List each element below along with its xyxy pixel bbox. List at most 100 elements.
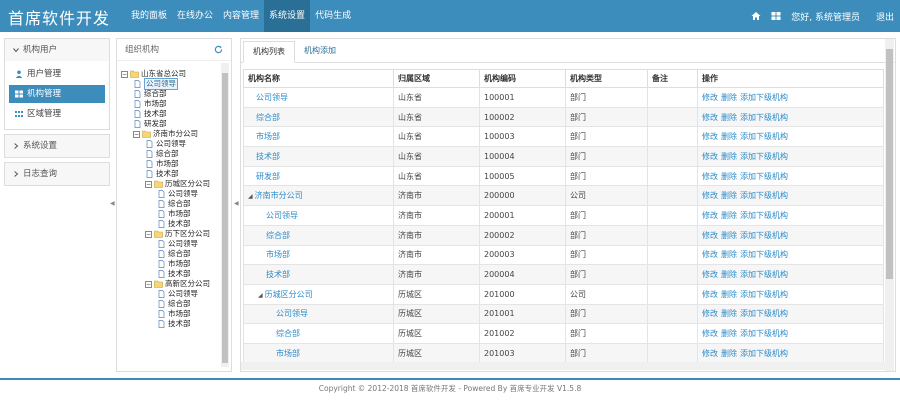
- edit-link[interactable]: 修改: [702, 113, 718, 122]
- menu-item[interactable]: 用户管理: [9, 65, 105, 83]
- delete-link[interactable]: 删除: [721, 231, 737, 240]
- delete-link[interactable]: 删除: [721, 113, 737, 122]
- edit-link[interactable]: 修改: [702, 211, 718, 220]
- org-name-cell[interactable]: 综合部: [243, 323, 394, 344]
- scrollbar-thumb[interactable]: [222, 73, 228, 363]
- tree-node[interactable]: 综合部: [121, 249, 219, 259]
- menu-group-header[interactable]: 机构用户: [5, 39, 109, 61]
- tree-node[interactable]: 市场部: [121, 159, 219, 169]
- org-name-cell[interactable]: 市场部: [243, 342, 394, 364]
- add-child-link[interactable]: 添加下级机构: [740, 329, 788, 338]
- add-child-link[interactable]: 添加下级机构: [740, 132, 788, 141]
- tree-node[interactable]: 综合部: [121, 199, 219, 209]
- tree-node[interactable]: 公司领导: [121, 189, 219, 199]
- org-name[interactable]: 公司领导: [266, 211, 298, 220]
- tree-scrollbar[interactable]: [221, 63, 229, 367]
- home-icon[interactable]: [751, 11, 761, 21]
- org-name[interactable]: 综合部: [256, 113, 280, 122]
- add-child-link[interactable]: 添加下级机构: [740, 191, 788, 200]
- add-child-link[interactable]: 添加下级机构: [740, 270, 788, 279]
- org-name[interactable]: 市场部: [266, 250, 290, 259]
- delete-link[interactable]: 删除: [721, 329, 737, 338]
- delete-link[interactable]: 删除: [721, 309, 737, 318]
- main-scrollbar[interactable]: [885, 39, 894, 371]
- org-name-cell[interactable]: 综合部: [243, 106, 394, 128]
- org-name[interactable]: 市场部: [256, 132, 280, 141]
- topnav-item[interactable]: 内容管理: [218, 0, 264, 32]
- delete-link[interactable]: 删除: [721, 172, 737, 181]
- tree-node[interactable]: − 历下区分公司: [121, 229, 219, 239]
- refresh-icon[interactable]: [214, 45, 223, 54]
- edit-link[interactable]: 修改: [702, 93, 718, 102]
- org-name[interactable]: 综合部: [266, 231, 290, 240]
- org-name-cell[interactable]: 市场部: [243, 244, 394, 266]
- menu-item[interactable]: 区域管理: [9, 105, 105, 123]
- delete-link[interactable]: 删除: [721, 132, 737, 141]
- org-name[interactable]: 公司领导: [276, 309, 308, 318]
- menu-group-header[interactable]: 日志查询: [5, 163, 109, 185]
- org-name-cell[interactable]: 研发部: [243, 165, 394, 187]
- horizontal-scrollbar[interactable]: [241, 362, 885, 370]
- collapse-toggle[interactable]: −: [145, 280, 152, 288]
- tab-org-list[interactable]: 机构列表: [243, 41, 295, 63]
- topnav-item[interactable]: 代码生成: [310, 0, 356, 32]
- scrollbar-thumb[interactable]: [886, 49, 893, 279]
- tree-node[interactable]: 公司领导: [121, 78, 219, 90]
- edit-link[interactable]: 修改: [702, 349, 718, 358]
- logout-link[interactable]: 退出: [876, 10, 894, 23]
- delete-link[interactable]: 删除: [721, 211, 737, 220]
- org-name[interactable]: 公司领导: [256, 93, 288, 102]
- menu-group-header[interactable]: 系统设置: [5, 135, 109, 157]
- org-name-cell[interactable]: 公司领导: [243, 87, 394, 108]
- delete-link[interactable]: 删除: [721, 152, 737, 161]
- tree-node[interactable]: − 高新区分公司: [121, 279, 219, 289]
- grid-icon[interactable]: [771, 11, 781, 21]
- edit-link[interactable]: 修改: [702, 152, 718, 161]
- topnav-item[interactable]: 系统设置: [264, 0, 311, 32]
- edit-link[interactable]: 修改: [702, 290, 718, 299]
- tree-node[interactable]: 公司领导: [121, 239, 219, 249]
- add-child-link[interactable]: 添加下级机构: [740, 113, 788, 122]
- edit-link[interactable]: 修改: [702, 172, 718, 181]
- org-name-cell[interactable]: 公司领导: [243, 303, 394, 325]
- tree-node[interactable]: 公司领导: [121, 139, 219, 149]
- collapse-toggle[interactable]: −: [145, 180, 152, 188]
- tree-node[interactable]: 技术部: [121, 109, 219, 119]
- add-child-link[interactable]: 添加下级机构: [740, 231, 788, 240]
- tree-node[interactable]: 研发部: [121, 119, 219, 129]
- tree-node[interactable]: 市场部: [121, 209, 219, 219]
- delete-link[interactable]: 删除: [721, 349, 737, 358]
- add-child-link[interactable]: 添加下级机构: [740, 93, 788, 102]
- add-child-link[interactable]: 添加下级机构: [740, 211, 788, 220]
- org-name-cell[interactable]: 技术部: [243, 264, 394, 285]
- org-name-cell[interactable]: 市场部: [243, 126, 394, 148]
- tab-org-add[interactable]: 机构添加: [295, 41, 345, 63]
- delete-link[interactable]: 删除: [721, 290, 737, 299]
- caret-down-icon[interactable]: ◢: [258, 292, 263, 299]
- org-name[interactable]: 市场部: [276, 349, 300, 358]
- edit-link[interactable]: 修改: [702, 329, 718, 338]
- add-child-link[interactable]: 添加下级机构: [740, 349, 788, 358]
- topnav-item[interactable]: 我的面板: [126, 0, 172, 32]
- user-greeting[interactable]: 您好, 系统管理员: [791, 10, 860, 23]
- edit-link[interactable]: 修改: [702, 191, 718, 200]
- tree-node[interactable]: 市场部: [121, 309, 219, 319]
- tree-node[interactable]: 技术部: [121, 219, 219, 229]
- org-name[interactable]: 济南市分公司: [255, 191, 303, 200]
- tree-node[interactable]: 市场部: [121, 259, 219, 269]
- tree-node[interactable]: 技术部: [121, 169, 219, 179]
- topnav-item[interactable]: 在线办公: [172, 0, 218, 32]
- collapse-toggle[interactable]: −: [133, 130, 140, 138]
- edit-link[interactable]: 修改: [702, 250, 718, 259]
- org-name[interactable]: 综合部: [276, 329, 300, 338]
- collapse-toggle[interactable]: −: [145, 230, 152, 238]
- edit-link[interactable]: 修改: [702, 132, 718, 141]
- tree-node[interactable]: 公司领导: [121, 289, 219, 299]
- menu-item[interactable]: 机构管理: [9, 85, 105, 103]
- org-name-cell[interactable]: ◢ 历城区分公司: [243, 283, 394, 305]
- org-name[interactable]: 技术部: [256, 152, 280, 161]
- caret-down-icon[interactable]: ◢: [248, 193, 253, 200]
- org-name-cell[interactable]: 技术部: [243, 146, 394, 167]
- add-child-link[interactable]: 添加下级机构: [740, 152, 788, 161]
- edit-link[interactable]: 修改: [702, 270, 718, 279]
